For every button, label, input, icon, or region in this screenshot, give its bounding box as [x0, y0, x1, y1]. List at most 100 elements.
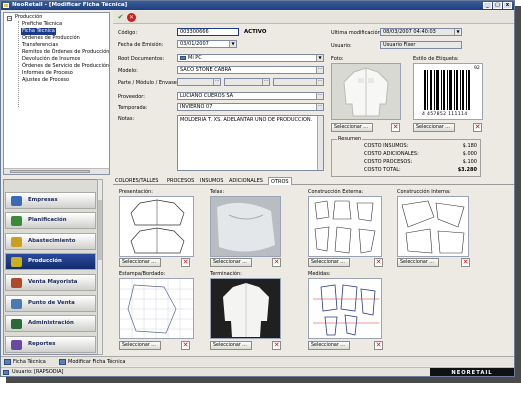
medidas-delete-icon[interactable]: ✕: [374, 341, 383, 350]
codigo-field[interactable]: 003300666: [177, 28, 239, 36]
doc-tab-ficha-tecnica[interactable]: Ficha Técnica: [3, 358, 46, 366]
ellipsis-icon[interactable]: ···: [316, 104, 323, 110]
check-icon[interactable]: ✔: [116, 13, 125, 22]
construccion-interna-select-button[interactable]: Seleccionar ...: [397, 258, 439, 267]
tree-item-transferencias[interactable]: Transferencias: [22, 42, 58, 49]
tree-collapse-icon[interactable]: −: [7, 16, 12, 21]
chevron-down-icon[interactable]: ▼: [454, 29, 461, 35]
presentacion-delete-icon[interactable]: ✕: [181, 258, 190, 267]
nav-item-abastecimiento[interactable]: Abastecimiento: [5, 233, 96, 250]
terminacion-select-button[interactable]: Seleccionar ...: [210, 341, 252, 350]
costo-insumos-label: COSTO INSUMOS:: [364, 143, 409, 149]
ellipsis-icon[interactable]: ···: [316, 79, 323, 85]
nav-item-administracion[interactable]: Administración: [5, 315, 96, 332]
fecha-field[interactable]: 03/01/2007 ▼: [177, 40, 237, 48]
tree-item-ordenes-produccion[interactable]: Órdenes de Producción: [22, 35, 80, 42]
envase-field[interactable]: ···: [273, 78, 324, 86]
tab-procesos[interactable]: PROCESOS: [165, 177, 196, 185]
tab-otros[interactable]: OTROS: [268, 177, 292, 185]
tree-item-ajustes[interactable]: Ajustes de Proceso: [22, 77, 69, 84]
module-tree: − Producción Prefiche Técnica Ficha Técn…: [3, 12, 110, 175]
tab-colores-talles[interactable]: COLORES/TALLES: [113, 177, 160, 185]
barcode-text: 4 457852 111114: [422, 112, 468, 117]
estampa-delete-icon[interactable]: ✕: [181, 341, 190, 350]
costo-procesos-label: COSTO PROCESOS:: [364, 159, 413, 165]
status-user-label: Usuario:: [12, 369, 33, 375]
minimize-button[interactable]: _: [483, 2, 492, 9]
etiqueta-delete-icon[interactable]: ✕: [473, 123, 482, 132]
status-user-value: [RAPSODIA]: [34, 369, 64, 375]
maximize-button[interactable]: □: [493, 2, 502, 9]
ellipsis-icon[interactable]: ···: [213, 79, 220, 85]
ellipsis-icon[interactable]: ···: [316, 67, 323, 73]
ultima-label: Ultima modificación:: [331, 30, 383, 36]
estampa-select-button[interactable]: Seleccionar ...: [119, 341, 161, 350]
parte-field[interactable]: ···: [177, 78, 221, 86]
doc-tab-modificar-ficha[interactable]: Modificar Ficha Técnica: [58, 358, 125, 366]
nav-item-empresas[interactable]: Empresas: [5, 192, 96, 209]
telas-delete-icon[interactable]: ✕: [272, 258, 281, 267]
tree-root-produccion[interactable]: Producción: [15, 14, 42, 21]
tree-item-devolucion[interactable]: Devolución de Insumos: [22, 56, 80, 63]
tab-insumos[interactable]: INSUMOS: [198, 177, 225, 185]
tree-item-ordenes-servicio[interactable]: Órdenes de Servicio de Producción: [22, 63, 109, 70]
foto-select-button[interactable]: Seleccionar ...: [331, 123, 373, 132]
close-button[interactable]: x: [503, 2, 512, 9]
ultima-field: 08/03/2007 04:40:03 ▼: [380, 28, 462, 36]
window-icon: [59, 359, 66, 365]
resumen-panel: Resumen COSTO INSUMOS: $.180 COSTO ADICI…: [331, 136, 481, 177]
planning-icon: [11, 216, 22, 226]
nav-item-produccion[interactable]: Producción: [5, 253, 96, 270]
tree-item-remitos[interactable]: Remitos de Órdenes de Producción: [22, 49, 109, 56]
proveedor-field[interactable]: LUCIANO CUEROS SA ···: [177, 92, 324, 100]
reports-icon: [11, 340, 22, 350]
root-documentos-field[interactable]: Mi PC ▼: [177, 54, 324, 62]
costo-insumos-value: $.180: [462, 143, 477, 149]
scrollbar-thumb[interactable]: [98, 200, 102, 260]
nav-scrollbar[interactable]: [97, 179, 103, 355]
costo-total-label: COSTO TOTAL:: [364, 167, 401, 173]
terminacion-delete-icon[interactable]: ✕: [272, 341, 281, 350]
ellipsis-icon[interactable]: ···: [262, 79, 269, 85]
tree-item-informes[interactable]: Informes de Proceso: [22, 70, 73, 77]
tree-item-ficha-tecnica[interactable]: Ficha Técnica: [21, 28, 56, 35]
presentacion-select-button[interactable]: Seleccionar ...: [119, 258, 161, 267]
etiqueta-select-button[interactable]: Seleccionar ...: [413, 123, 455, 132]
nav-item-label: Punto de Venta: [28, 300, 75, 306]
notas-textarea[interactable]: MOLDERIA T. XS. ADELANTAR UNO DE PRODUCC…: [177, 115, 324, 171]
tree-horizontal-scrollbar[interactable]: [4, 168, 109, 174]
chevron-down-icon[interactable]: ▼: [229, 41, 236, 47]
nav-item-venta-mayorista[interactable]: Venta Mayorista: [5, 274, 96, 291]
fabric-photo-icon: [211, 197, 280, 256]
chevron-down-icon[interactable]: ▼: [316, 55, 323, 61]
admin-icon: [11, 319, 22, 329]
foto-delete-icon[interactable]: ✕: [391, 123, 400, 132]
textarea-scrollbar[interactable]: [317, 116, 323, 170]
cancel-icon[interactable]: ✕: [127, 13, 136, 22]
modulo-field[interactable]: ···: [224, 78, 270, 86]
embroidery-sketch-icon: [120, 279, 193, 338]
ellipsis-icon[interactable]: ···: [316, 93, 323, 99]
pattern-pieces-icon: [314, 200, 376, 254]
nav-item-punto-venta[interactable]: Punto de Venta: [5, 295, 96, 312]
tree-item-prefiche[interactable]: Prefiche Técnica: [22, 21, 62, 28]
medidas-select-button[interactable]: Seleccionar ...: [308, 341, 350, 350]
nav-item-planificacion[interactable]: Planificación: [5, 212, 96, 229]
ultima-value: 08/03/2007 04:40:03: [383, 29, 436, 35]
scrollbar-thumb[interactable]: [10, 170, 90, 173]
tab-adicionales[interactable]: ADICIONALES: [227, 177, 265, 185]
nav-item-label: Abastecimiento: [28, 238, 76, 244]
jacket-photo-icon: [211, 279, 280, 338]
nav-item-reportes[interactable]: Reportes: [5, 336, 96, 353]
barcode-number: 92: [474, 66, 480, 71]
barcode-image: 92 4 457852 111114: [413, 63, 483, 120]
telas-select-button[interactable]: Seleccionar ...: [210, 258, 252, 267]
construccion-externa-delete-icon[interactable]: ✕: [374, 258, 383, 267]
construccion-externa-select-button[interactable]: Seleccionar ...: [308, 258, 350, 267]
window-icon: [4, 359, 11, 365]
jacket-sketch-icon: [130, 199, 185, 254]
modelo-field[interactable]: SACO STONE CABRA ···: [177, 66, 324, 74]
temporada-field[interactable]: INVIERNO 07 ···: [177, 103, 324, 111]
construccion-interna-delete-icon[interactable]: ✕: [461, 258, 470, 267]
costo-procesos-value: $.100: [462, 159, 477, 165]
